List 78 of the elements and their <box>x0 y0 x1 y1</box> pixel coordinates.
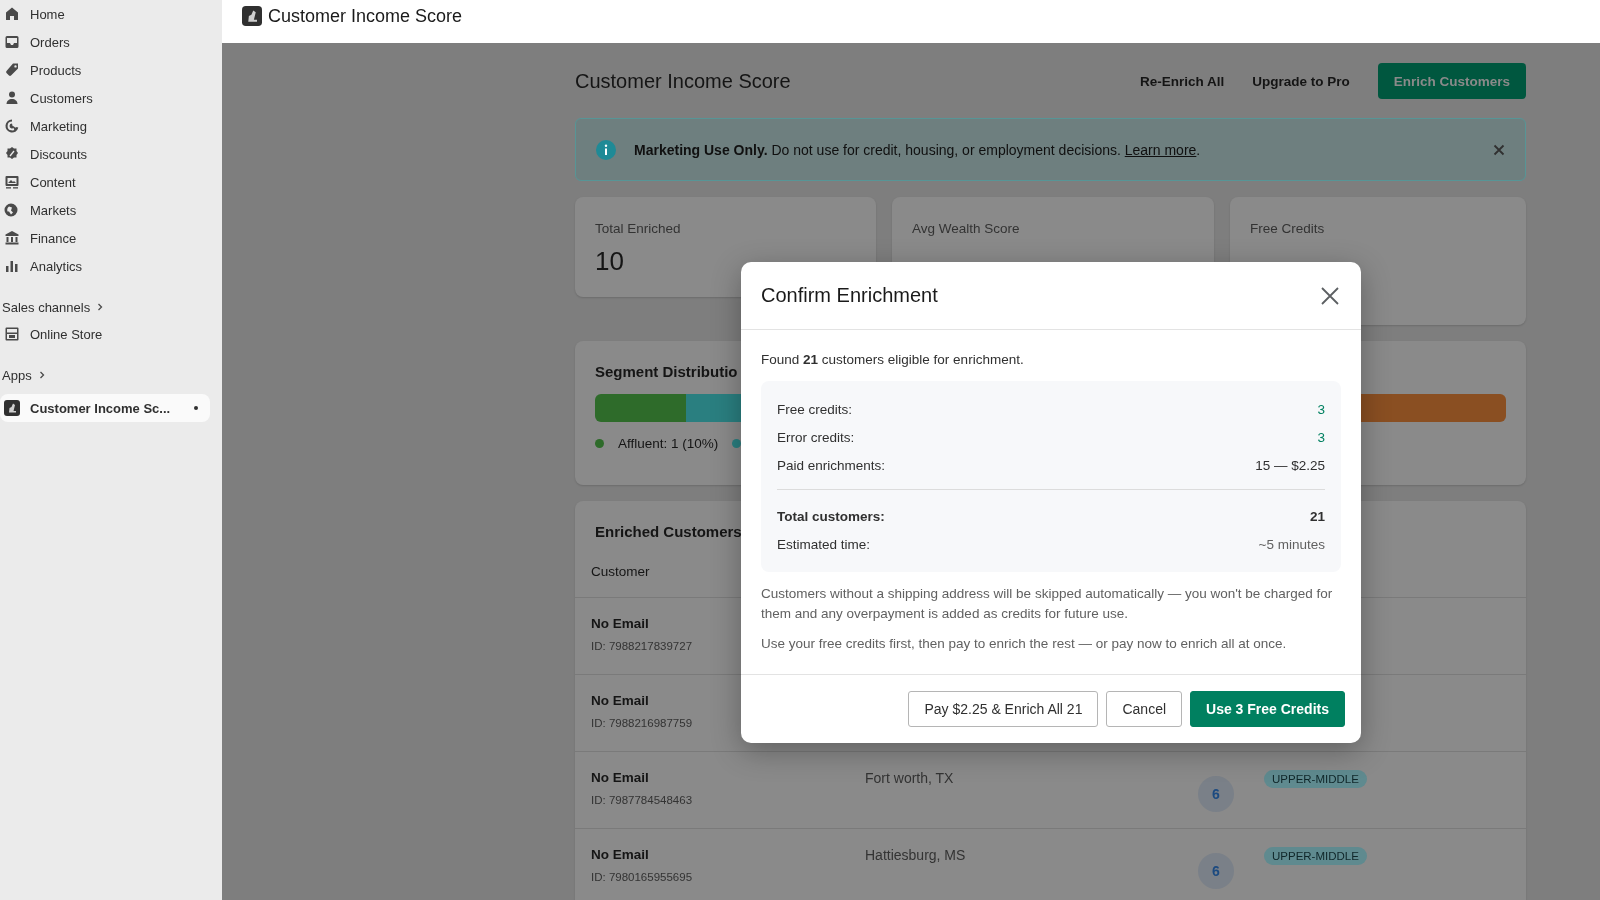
inbox-icon <box>4 34 20 50</box>
bank-icon <box>4 230 20 246</box>
learn-more-link[interactable]: Learn more <box>1124 141 1197 158</box>
tag-icon <box>4 62 20 78</box>
badge-icon <box>4 146 20 162</box>
summary-value: ~5 minutes <box>1258 536 1325 552</box>
nav-item[interactable]: Orders <box>4 28 210 56</box>
location-text: Hattiesburg, MS <box>865 847 966 863</box>
person-icon <box>4 90 20 106</box>
summary-value: 15 — $2.25 <box>1255 457 1325 473</box>
stat-label: Free Credits <box>1250 221 1326 236</box>
nav-item[interactable]: Customer Income Sc... <box>0 394 210 422</box>
card-title: Enriched Customers <box>595 523 742 540</box>
chevron-right-icon <box>96 302 105 312</box>
secondary-button[interactable]: Cancel <box>1106 691 1183 727</box>
customer-name: No Email <box>591 770 649 785</box>
primary-button[interactable]: Use 3 Free Credits <box>1190 691 1345 727</box>
note-text: Use your free credits first, then pay to enrich the rest — or pay now to enrich all at once. <box>761 635 1288 653</box>
image-icon <box>4 174 20 190</box>
store-icon <box>4 326 20 342</box>
nav-item[interactable]: Customers <box>4 84 210 112</box>
chevron-right-icon <box>37 370 46 380</box>
section-link[interactable]: Sales channels <box>2 294 105 320</box>
nav-item[interactable]: Marketing <box>4 112 210 140</box>
nav-item[interactable]: Finance <box>4 224 210 252</box>
nav-item[interactable]: Online Store <box>4 320 210 348</box>
customer-name: No Email <box>591 616 649 631</box>
customer-id: ID: 7987784548463 <box>591 794 693 806</box>
app-logo-icon <box>4 400 20 416</box>
stat-label: Total Enriched <box>595 221 682 236</box>
section-link[interactable]: Apps <box>2 362 46 388</box>
close-icon[interactable] <box>1319 284 1341 307</box>
stat-label: Avg Wealth Score <box>912 221 1021 236</box>
customer-name: No Email <box>591 847 649 862</box>
score-badge: 6 <box>1198 776 1234 812</box>
customer-id: ID: 7980165955695 <box>591 871 693 883</box>
nav-item[interactable]: Analytics <box>4 252 210 280</box>
text-button[interactable]: Re-Enrich All <box>1125 65 1239 97</box>
summary-value: 3 <box>1317 401 1325 417</box>
close-icon[interactable] <box>1493 143 1505 156</box>
customer-id: ID: 7988217839727 <box>591 640 693 652</box>
customer-id: ID: 7988216987759 <box>591 717 693 729</box>
customer-name: No Email <box>591 693 649 708</box>
summary-label: Total customers: <box>777 508 885 524</box>
text-button[interactable]: Upgrade to Pro <box>1238 65 1364 97</box>
location-text: Fort worth, TX <box>865 770 954 786</box>
bar-chart-icon <box>4 258 20 274</box>
dot-icon <box>194 406 198 410</box>
info-icon <box>596 139 616 160</box>
summary-value: 21 <box>1309 508 1325 524</box>
nav-item[interactable]: Home <box>4 0 210 28</box>
nav-item[interactable]: Content <box>4 168 210 196</box>
page-title: Customer Income Score <box>575 69 792 93</box>
legend-label: Affluent: 1 (10%) <box>618 436 719 451</box>
summary-label: Estimated time: <box>777 536 871 552</box>
summary-label: Free credits: <box>777 401 853 417</box>
summary-value: 3 <box>1317 429 1325 445</box>
score-badge: 6 <box>1198 853 1234 889</box>
segment-tag: UPPER-MIDDLE <box>1264 770 1367 788</box>
nav-item[interactable]: Products <box>4 56 210 84</box>
nav-item[interactable]: Markets <box>4 196 210 224</box>
nav-item[interactable]: Discounts <box>4 140 210 168</box>
globe-icon <box>4 202 20 218</box>
summary-label: Error credits: <box>777 429 855 445</box>
summary-label: Paid enrichments: <box>777 457 886 473</box>
segment-tag: UPPER-MIDDLE <box>1264 847 1367 865</box>
target-icon <box>4 118 20 134</box>
modal-title: Confirm Enrichment <box>761 284 939 307</box>
home-icon <box>4 6 20 22</box>
column-header: Customer <box>591 564 650 579</box>
app-title: Customer Income Score <box>268 6 463 27</box>
app-logo-icon <box>242 6 262 26</box>
card-title: Segment Distributio <box>595 363 738 380</box>
intro-text: Found 21 customers eligible for enrichment. <box>761 352 1025 367</box>
stat-value: 10 <box>595 246 625 277</box>
secondary-button[interactable]: Pay $2.25 & Enrich All 21 <box>908 691 1099 727</box>
note-text: Customers without a shipping address will be skipped automatically — you won't be charged for them and any overpayment is added as credits for future use. <box>761 585 1334 623</box>
banner-text: Marketing Use Only. Do not use for credit, housing, or employment decisions. Learn more. <box>634 141 1202 158</box>
